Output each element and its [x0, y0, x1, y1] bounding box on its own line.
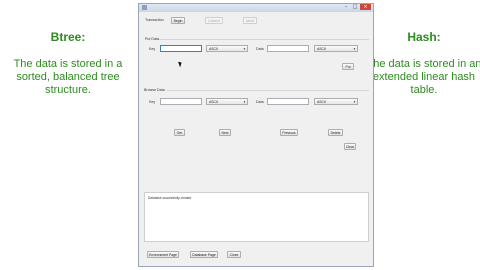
put-data-encoding-value: ASCII: [317, 47, 326, 51]
hash-description: The data is stored in an extended linear…: [366, 58, 480, 96]
put-button[interactable]: Put: [342, 63, 354, 70]
browse-key-encoding-value: ASCII: [209, 100, 218, 104]
hash-info-panel: Hash: The data is stored in an extended …: [364, 30, 480, 97]
btree-info-panel: Btree: The data is stored in a sorted, b…: [8, 30, 128, 97]
previous-button[interactable]: Previous: [280, 129, 298, 136]
commit-button[interactable]: Commit: [205, 17, 223, 24]
close-button[interactable]: Close: [227, 251, 241, 258]
minimize-icon[interactable]: –: [342, 4, 350, 10]
window-titlebar[interactable]: – □ ×: [139, 4, 373, 12]
maximize-icon[interactable]: □: [351, 4, 359, 10]
next-button[interactable]: Next: [219, 129, 231, 136]
chevron-down-icon: ▼: [353, 100, 356, 104]
app-window: – □ × Transaction Begin Commit Abort Put…: [138, 3, 374, 267]
put-data-input[interactable]: [267, 45, 309, 52]
put-key-encoding-select[interactable]: ASCII ▼: [206, 45, 248, 52]
put-key-input[interactable]: [160, 45, 202, 52]
browse-key-label: Key: [149, 100, 156, 104]
abort-button[interactable]: Abort: [243, 17, 257, 24]
hash-title: Hash:: [407, 30, 441, 44]
browse-data-divider: [167, 90, 369, 91]
browse-data-encoding-value: ASCII: [317, 100, 326, 104]
put-data-label: Data: [256, 47, 264, 51]
put-data-divider: [159, 39, 369, 40]
browse-data-encoding-select[interactable]: ASCII ▼: [314, 98, 358, 105]
status-output: Database successfully created: [144, 192, 369, 242]
browse-data-section-label: Browse Data: [144, 88, 165, 92]
transaction-label: Transaction: [145, 18, 164, 22]
browse-key-encoding-select[interactable]: ASCII ▼: [206, 98, 248, 105]
browse-data-label: Data: [256, 100, 264, 104]
chevron-down-icon: ▼: [353, 47, 356, 51]
status-text: Database successfully created: [148, 196, 192, 200]
chevron-down-icon: ▼: [243, 100, 246, 104]
environment-page-button[interactable]: Environment Page: [147, 251, 179, 258]
put-data-section-label: Put Data: [145, 37, 159, 41]
browse-data-input[interactable]: [267, 98, 309, 105]
btree-title: Btree:: [50, 30, 86, 44]
get-button[interactable]: Get: [174, 129, 185, 136]
put-key-encoding-value: ASCII: [209, 47, 218, 51]
close-icon[interactable]: ×: [360, 4, 371, 10]
database-page-button[interactable]: Database Page: [190, 251, 218, 258]
app-icon: [142, 5, 147, 10]
browse-key-input[interactable]: [160, 98, 202, 105]
btree-description: The data is stored in a sorted, balanced…: [13, 58, 123, 96]
put-key-label: Key: [149, 47, 156, 51]
put-data-encoding-select[interactable]: ASCII ▼: [314, 45, 358, 52]
chevron-down-icon: ▼: [243, 47, 246, 51]
clear-button[interactable]: Clear: [344, 143, 356, 150]
delete-button[interactable]: Delete: [328, 129, 343, 136]
begin-button[interactable]: Begin: [171, 17, 185, 24]
